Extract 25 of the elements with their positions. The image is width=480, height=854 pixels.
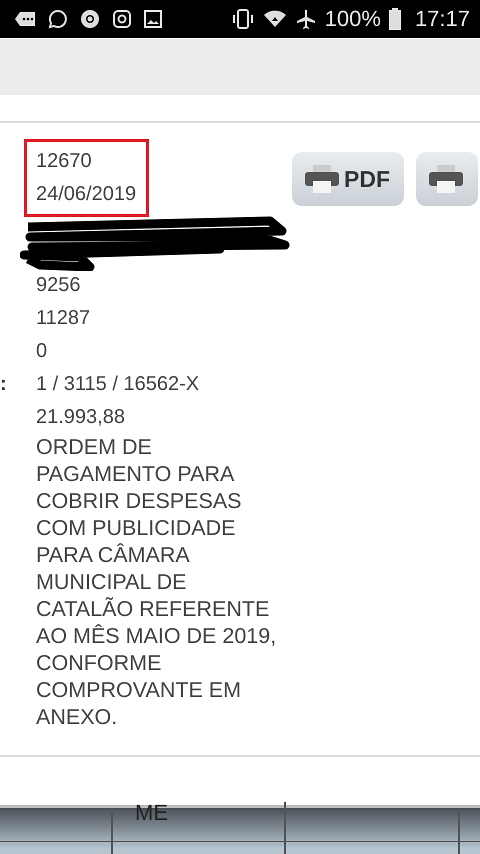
printer-icon — [428, 164, 464, 194]
browser-icon — [80, 9, 100, 29]
account-value: 1 / 3115 / 16562-X — [36, 372, 200, 397]
record-date: 24/06/2019 — [36, 182, 136, 207]
table-cell: ME — [113, 802, 286, 841]
description-text: ORDEM DE PAGAMENTO PARA COBRIR DESPESAS COM PUBLICIDADE PARA CÂMARA MUNICIPAL DE CATALÃO REFERENTE AO MÊS MAIO DE 2019, CONFORME COMPROVANTE EM ANEXO. — [36, 434, 278, 731]
airplane-icon — [294, 8, 317, 30]
battery-icon — [388, 8, 401, 30]
clock: 17:17 — [414, 6, 470, 32]
message-icon — [14, 11, 36, 27]
print-button[interactable]: PDF — [292, 152, 404, 206]
vibrate-icon — [230, 9, 255, 29]
record-number: 12670 — [36, 149, 93, 174]
battery-percent: 100% — [324, 6, 381, 32]
field-value: 0 — [36, 339, 48, 364]
camera-icon — [112, 9, 132, 29]
print-button[interactable] — [416, 152, 478, 206]
field-label: : — [0, 372, 8, 397]
chat-bubble-icon — [48, 9, 68, 29]
amount-value: 21.993,88 — [36, 405, 126, 430]
wifi-icon — [262, 10, 287, 28]
image-icon — [144, 10, 162, 28]
field-value: 9256 — [36, 273, 82, 298]
printer-icon — [304, 164, 340, 194]
field-value: 11287 — [36, 306, 92, 331]
